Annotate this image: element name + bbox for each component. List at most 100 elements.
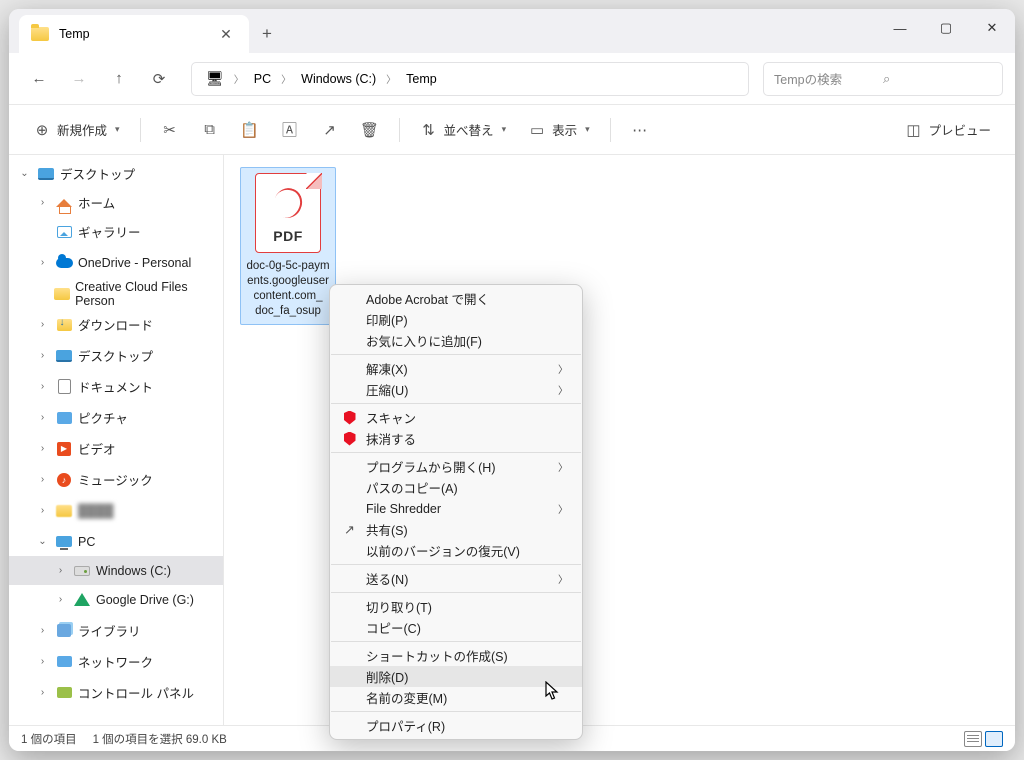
menu-item[interactable]: File Shredder〉 — [330, 498, 582, 519]
maximize-button[interactable]: ▢ — [923, 9, 969, 47]
menu-separator — [331, 452, 581, 453]
file-name: doc-0g-5c-paym​ents.googleuserc​ontent.c… — [246, 259, 330, 319]
tab-title: Temp — [59, 27, 203, 41]
tree-item[interactable]: › デスクトップ — [9, 341, 223, 370]
share-icon: ↗ — [321, 121, 339, 139]
sidebar[interactable]: ⌄デスクトップ›ホームギャラリー›OneDrive - PersonalCrea… — [9, 155, 224, 725]
tree-label: ミュージック — [78, 470, 153, 489]
tab-close-button[interactable]: ✕ — [213, 21, 239, 47]
up-button[interactable]: ↑ — [101, 61, 137, 97]
tree-item[interactable]: ›ライブラリ — [9, 616, 223, 645]
tree-item[interactable]: ›OneDrive - Personal — [9, 248, 223, 277]
menu-item[interactable]: コピー(C) — [330, 617, 582, 638]
chevron-icon[interactable]: › — [35, 350, 50, 361]
chevron-icon[interactable]: › — [35, 443, 50, 454]
tree-item[interactable]: ⌄PC — [9, 527, 223, 556]
tree-item[interactable]: ›Windows (C:) — [9, 556, 223, 585]
menu-item[interactable]: お気に入りに追加(F) — [330, 330, 582, 351]
tree-item[interactable]: ギャラリー — [9, 217, 223, 246]
sort-button[interactable]: ⇅ 並べ替え ▾ — [410, 113, 517, 147]
refresh-button[interactable]: ⟳ — [141, 61, 177, 97]
chevron-down-icon: ▾ — [585, 124, 590, 135]
tree-item[interactable]: › コントロール パネル — [9, 678, 223, 707]
breadcrumb-item[interactable]: Temp — [400, 69, 443, 89]
copy-button[interactable]: ⧉ — [191, 113, 229, 147]
view-icon: ▭ — [528, 121, 546, 139]
icons-view-button[interactable] — [985, 731, 1003, 747]
chevron-icon[interactable]: › — [53, 565, 68, 576]
forward-button[interactable]: → — [61, 61, 97, 97]
menu-item[interactable]: 切り取り(T) — [330, 596, 582, 617]
menu-item[interactable]: 解凍(X)〉 — [330, 358, 582, 379]
menu-item[interactable]: ショートカットの作成(S) — [330, 645, 582, 666]
tree-label: デスクトップ — [78, 346, 153, 365]
share-button[interactable]: ↗ — [311, 113, 349, 147]
tree-item[interactable]: › ホーム — [9, 188, 223, 217]
tree-item[interactable]: ›ネットワーク — [9, 647, 223, 676]
chevron-icon[interactable]: › — [35, 505, 50, 516]
tree-item[interactable]: ›Google Drive (G:) — [9, 585, 223, 614]
menu-item[interactable]: 送る(N)〉 — [330, 568, 582, 589]
tree-item[interactable]: Creative Cloud Files Person — [9, 279, 223, 308]
tab[interactable]: Temp ✕ — [19, 15, 249, 53]
file-item[interactable]: PDF doc-0g-5c-paym​ents.googleuserc​onte… — [240, 167, 336, 325]
menu-item-label: 削除(D) — [366, 667, 408, 686]
tree-item[interactable]: ›▶ビデオ — [9, 434, 223, 463]
cut-button[interactable]: ✂ — [151, 113, 189, 147]
menu-item[interactable]: 名前の変更(M) — [330, 687, 582, 708]
menu-item[interactable]: ↗共有(S) — [330, 519, 582, 540]
chevron-icon[interactable]: › — [53, 594, 68, 605]
menu-item[interactable]: スキャン — [330, 407, 582, 428]
tree-label: ホーム — [78, 193, 115, 212]
tree-item[interactable]: ›♪ミュージック — [9, 465, 223, 494]
close-button[interactable]: ✕ — [969, 9, 1015, 47]
breadcrumb[interactable]: 🖥 〉 PC 〉 Windows (C:) 〉 Temp — [191, 62, 749, 96]
search-input[interactable]: Tempの検索 ⌕ — [763, 62, 1003, 96]
menu-item[interactable]: 以前のバージョンの復元(V) — [330, 540, 582, 561]
rename-button[interactable]: 🄰 — [271, 113, 309, 147]
tree-item[interactable]: ›ダウンロード — [9, 310, 223, 339]
drive-icon — [73, 562, 91, 580]
tree-item[interactable]: ›ドキュメント — [9, 372, 223, 401]
new-tab-button[interactable]: + — [249, 15, 285, 53]
tree-item[interactable]: ⌄デスクトップ — [9, 159, 223, 188]
chevron-icon[interactable]: › — [35, 474, 50, 485]
chevron-right-icon: 〉 — [279, 71, 293, 86]
tree-label: コントロール パネル — [78, 683, 194, 702]
more-icon: ⋯ — [631, 121, 649, 139]
chevron-icon[interactable]: › — [35, 656, 50, 667]
paste-button[interactable]: 📋 — [231, 113, 269, 147]
chevron-icon[interactable]: › — [35, 319, 50, 330]
menu-item[interactable]: プログラムから開く(H)〉 — [330, 456, 582, 477]
minimize-button[interactable]: — — [877, 9, 923, 47]
chevron-icon[interactable]: › — [35, 257, 50, 268]
chevron-icon[interactable]: ⌄ — [35, 536, 50, 547]
menu-item[interactable]: プロパティ(R) — [330, 715, 582, 736]
menu-item[interactable]: 圧縮(U)〉 — [330, 379, 582, 400]
chevron-icon[interactable]: › — [35, 412, 50, 423]
back-button[interactable]: ← — [21, 61, 57, 97]
menu-item[interactable]: 削除(D) — [330, 666, 582, 687]
menu-item[interactable]: Adobe Acrobat で開く — [330, 288, 582, 309]
view-button[interactable]: ▭ 表示 ▾ — [518, 113, 600, 147]
chevron-icon[interactable]: › — [35, 687, 50, 698]
chevron-icon[interactable]: › — [35, 625, 50, 636]
menu-item[interactable]: パスのコピー(A) — [330, 477, 582, 498]
breadcrumb-item[interactable]: Windows (C:) — [295, 69, 382, 89]
chevron-icon[interactable]: › — [35, 381, 50, 392]
more-button[interactable]: ⋯ — [621, 113, 659, 147]
chevron-icon[interactable]: › — [35, 197, 50, 208]
menu-item[interactable]: 抹消する — [330, 428, 582, 449]
menu-item-label: 切り取り(T) — [366, 597, 432, 616]
preview-button[interactable]: ◫ プレビュー — [894, 113, 1001, 147]
new-button[interactable]: ⊕ 新規作成 ▾ — [23, 113, 130, 147]
menu-item[interactable]: 印刷(P) — [330, 309, 582, 330]
details-view-button[interactable] — [964, 731, 982, 747]
chevron-icon[interactable]: ⌄ — [17, 168, 32, 179]
tree-item[interactable]: ›████ — [9, 496, 223, 525]
menu-item-label: 名前の変更(M) — [366, 688, 447, 707]
delete-button[interactable]: 🗑 — [351, 113, 389, 147]
tree-item[interactable]: ›ピクチャ — [9, 403, 223, 432]
breadcrumb-item[interactable]: PC — [248, 69, 277, 89]
breadcrumb-root-icon[interactable]: 🖥 — [200, 67, 230, 90]
